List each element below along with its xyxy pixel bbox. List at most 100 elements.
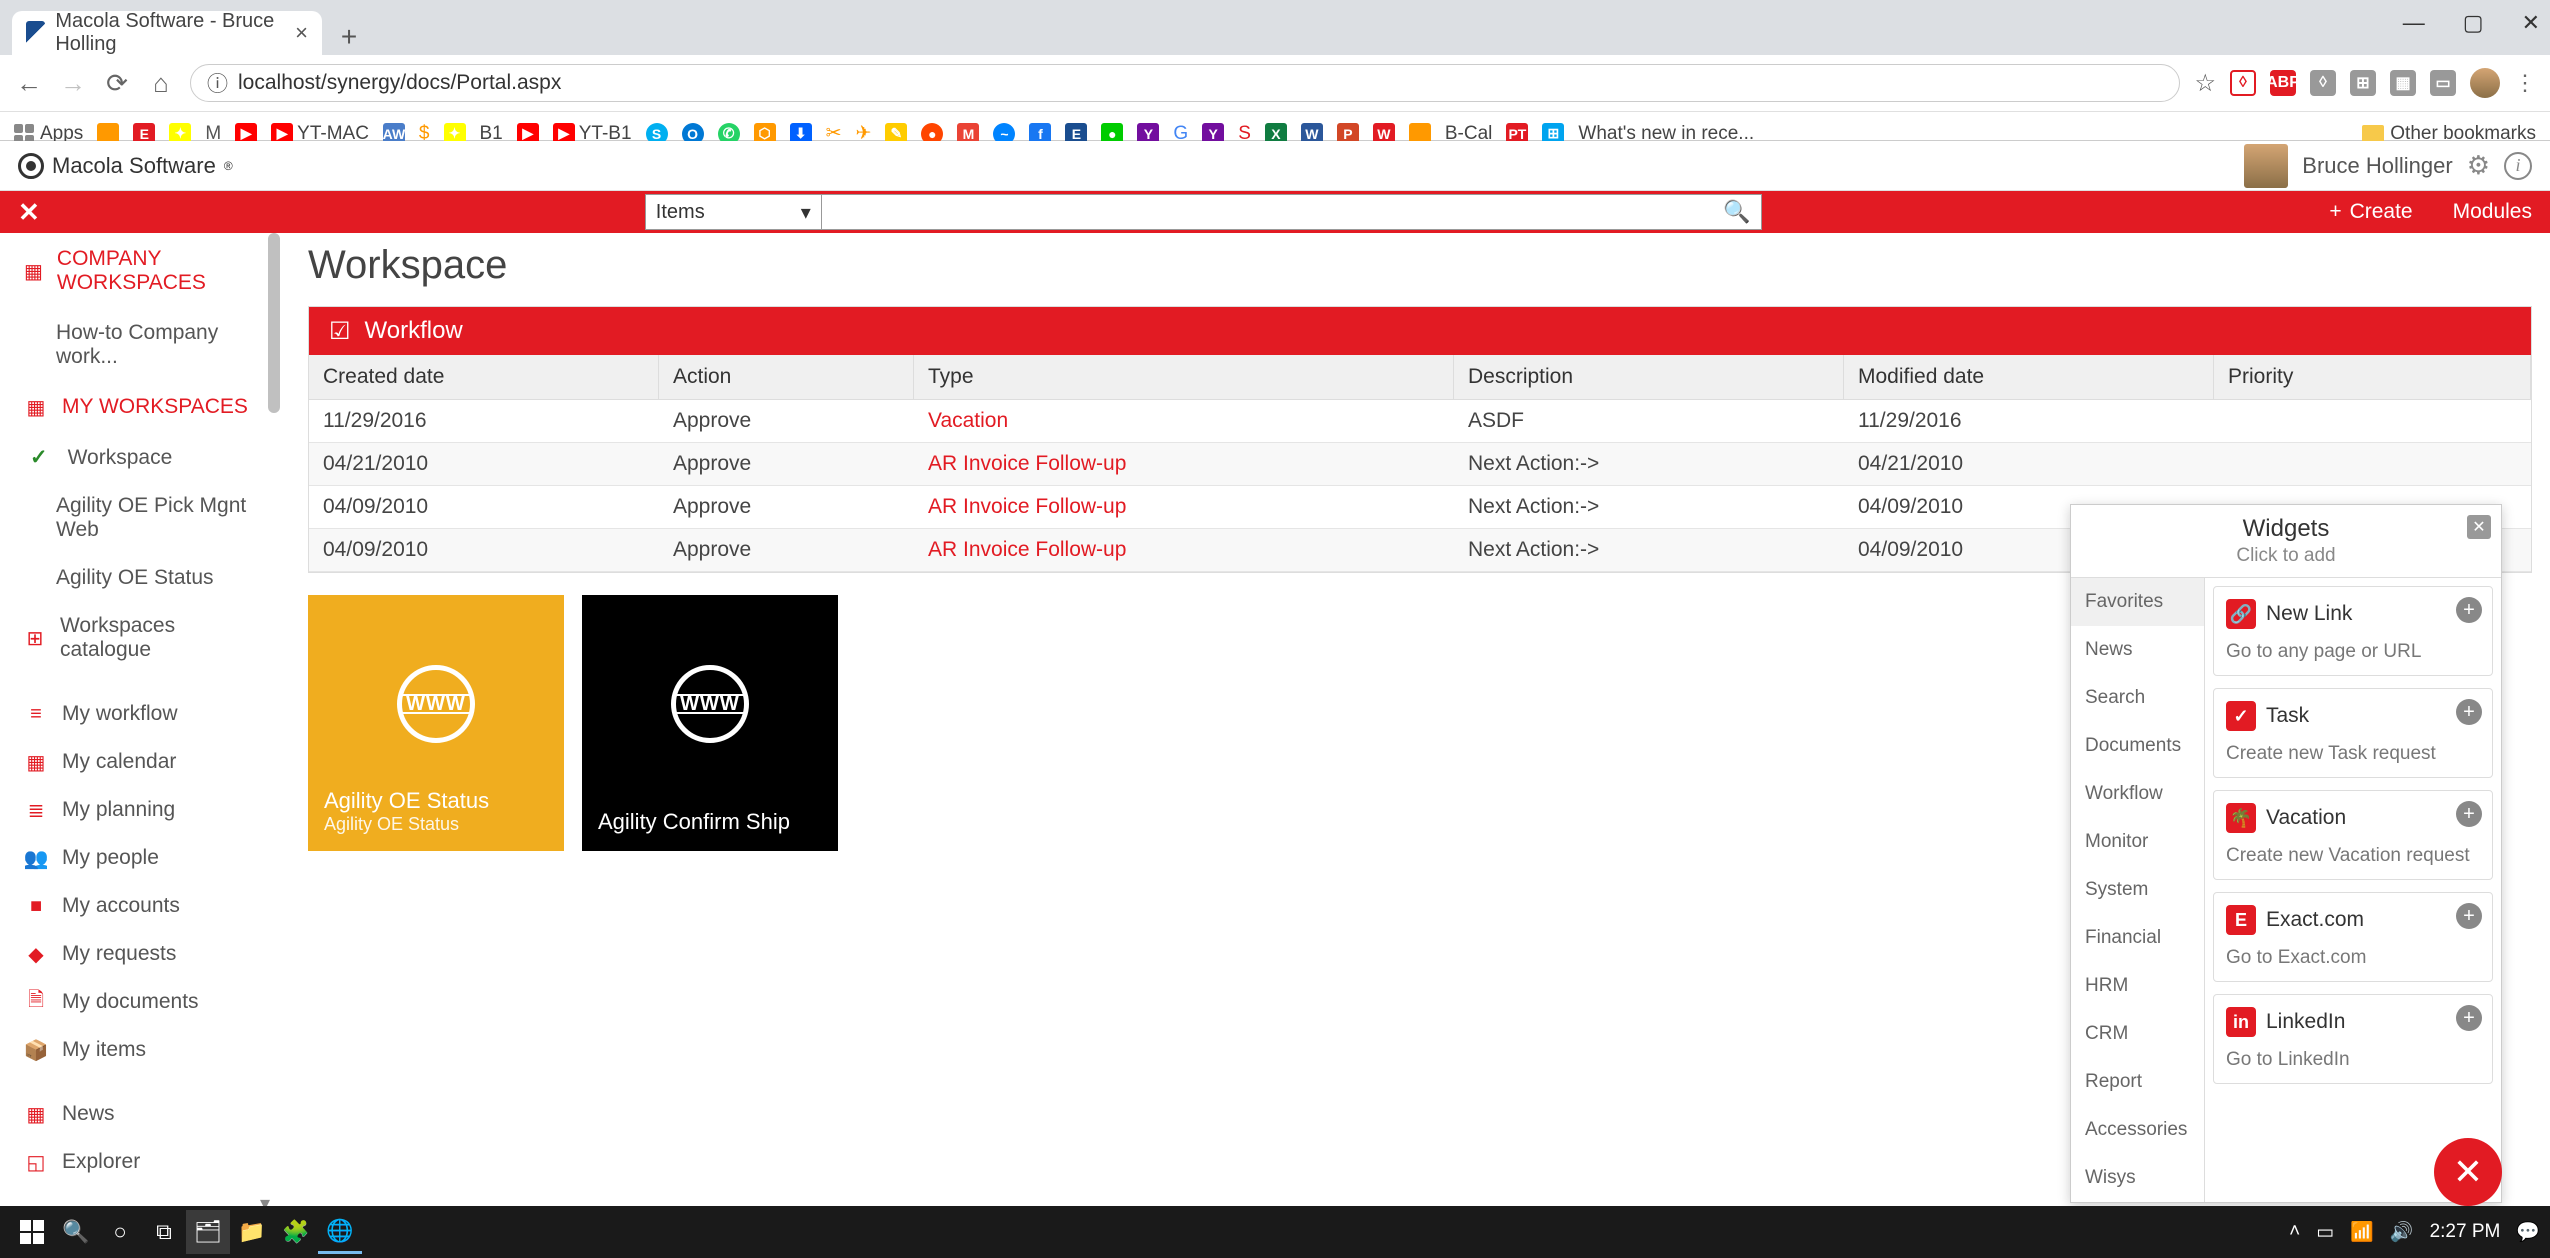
profile-avatar[interactable] bbox=[2470, 68, 2500, 98]
ext-icon[interactable]: ▦ bbox=[2390, 70, 2416, 96]
menu-icon[interactable]: ⋮ bbox=[2514, 70, 2536, 96]
app-logo[interactable]: Macola Software ® bbox=[18, 153, 233, 179]
sidebar-item-catalogue[interactable]: ⊞ Workspaces catalogue bbox=[0, 602, 278, 674]
ext-icon[interactable]: ◊ bbox=[2230, 70, 2256, 96]
sidebar-item-my-workflow[interactable]: ≡My workflow bbox=[0, 690, 278, 738]
widget-cat-hrm[interactable]: HRM bbox=[2071, 962, 2204, 1010]
sidebar-my-workspaces[interactable]: ▦ MY WORKSPACES bbox=[0, 381, 278, 433]
info-icon[interactable]: i bbox=[2504, 152, 2532, 180]
new-tab-button[interactable]: + bbox=[327, 19, 371, 55]
taskbar-app[interactable]: 📁 bbox=[230, 1210, 274, 1254]
add-icon[interactable]: + bbox=[2456, 1005, 2482, 1031]
sidebar-item-agility-status[interactable]: Agility OE Status bbox=[0, 554, 278, 602]
back-button[interactable]: ← bbox=[14, 68, 44, 98]
start-button[interactable] bbox=[10, 1210, 54, 1254]
search-icon[interactable]: 🔍 bbox=[54, 1210, 98, 1254]
tray-chevron-icon[interactable]: ˄ bbox=[2289, 1221, 2300, 1243]
taskbar-clock[interactable]: 2:27 PM bbox=[2430, 1221, 2501, 1243]
add-icon[interactable]: + bbox=[2456, 903, 2482, 929]
close-icon[interactable]: × bbox=[295, 20, 308, 46]
sidebar-item-news[interactable]: ▦News bbox=[0, 1090, 278, 1138]
star-icon[interactable]: ☆ bbox=[2194, 69, 2216, 98]
taskbar-chrome[interactable]: 🌐 bbox=[318, 1210, 362, 1254]
sidebar-item-howto[interactable]: How-to Company work... bbox=[0, 309, 278, 381]
taskbar-app[interactable]: 🗂 bbox=[186, 1210, 230, 1254]
sidebar-item-my-items[interactable]: 📦My items bbox=[0, 1026, 278, 1074]
window-max-icon[interactable]: ▢ bbox=[2463, 10, 2484, 36]
sidebar-item-my-requests[interactable]: ◆My requests bbox=[0, 930, 278, 978]
create-button[interactable]: + Create bbox=[2329, 200, 2412, 224]
sidebar-company-workspaces[interactable]: ▦ COMPANY WORKSPACES bbox=[0, 233, 278, 309]
widget-cat-crm[interactable]: CRM bbox=[2071, 1010, 2204, 1058]
type-link[interactable]: AR Invoice Follow-up bbox=[914, 529, 1454, 571]
col-type[interactable]: Type bbox=[914, 355, 1454, 399]
search-icon[interactable]: 🔍 bbox=[1723, 199, 1750, 225]
site-info-icon[interactable]: ⓘ bbox=[207, 68, 228, 98]
tray-volume-icon[interactable]: 🔊 bbox=[2390, 1220, 2414, 1244]
search-category-select[interactable]: Items ▾ bbox=[645, 194, 822, 230]
scrollbar[interactable] bbox=[268, 233, 280, 413]
sidebar-item-my-accounts[interactable]: ■My accounts bbox=[0, 882, 278, 930]
close-icon[interactable]: ✕ bbox=[2467, 515, 2491, 539]
widget-cat-search[interactable]: Search bbox=[2071, 674, 2204, 722]
add-icon[interactable]: + bbox=[2456, 597, 2482, 623]
window-close-icon[interactable]: ✕ bbox=[2522, 10, 2540, 36]
sidebar-item-agility-pick[interactable]: Agility OE Pick Mgnt Web bbox=[0, 482, 278, 554]
sidebar-item-explorer[interactable]: ◱Explorer bbox=[0, 1138, 278, 1186]
search-input[interactable] bbox=[832, 201, 1724, 224]
taskview-icon[interactable]: ⧉ bbox=[142, 1210, 186, 1254]
widget-cat-workflow[interactable]: Workflow bbox=[2071, 770, 2204, 818]
ext-icon[interactable]: ⊞ bbox=[2350, 70, 2376, 96]
home-button[interactable]: ⌂ bbox=[146, 68, 176, 98]
add-icon[interactable]: + bbox=[2456, 699, 2482, 725]
fab-close-button[interactable]: ✕ bbox=[2434, 1138, 2502, 1206]
sidebar-item-my-people[interactable]: 👥My people bbox=[0, 834, 278, 882]
sidebar-item-my-documents[interactable]: 🗎My documents bbox=[0, 978, 278, 1026]
add-icon[interactable]: + bbox=[2456, 801, 2482, 827]
widget-cat-system[interactable]: System bbox=[2071, 866, 2204, 914]
tray-battery-icon[interactable]: ▭ bbox=[2316, 1221, 2334, 1244]
tile-agility-confirm[interactable]: WWW Agility Confirm Ship bbox=[582, 595, 838, 851]
user-area[interactable]: Bruce Hollinger ⚙ i bbox=[2244, 144, 2532, 188]
cortana-icon[interactable]: ○ bbox=[98, 1210, 142, 1254]
widget-cat-monitor[interactable]: Monitor bbox=[2071, 818, 2204, 866]
widget-cat-report[interactable]: Report bbox=[2071, 1058, 2204, 1106]
table-row[interactable]: 04/21/2010 Approve AR Invoice Follow-up … bbox=[309, 443, 2531, 486]
widget-item-new-link[interactable]: 🔗New Link + Go to any page or URL bbox=[2213, 586, 2493, 676]
taskbar-app[interactable]: 🧩 bbox=[274, 1210, 318, 1254]
ext-icon[interactable]: ▭ bbox=[2430, 70, 2456, 96]
url-input[interactable]: ⓘ localhost/synergy/docs/Portal.aspx bbox=[190, 64, 2180, 102]
col-created[interactable]: Created date bbox=[309, 355, 659, 399]
widget-cat-favorites[interactable]: Favorites bbox=[2071, 578, 2204, 626]
ext-icon[interactable]: ABP bbox=[2270, 70, 2296, 96]
reload-button[interactable]: ⟳ bbox=[102, 68, 132, 98]
tray-wifi-icon[interactable]: 📶 bbox=[2350, 1220, 2374, 1244]
widget-item-linkedin[interactable]: inLinkedIn + Go to LinkedIn bbox=[2213, 994, 2493, 1084]
browser-tab[interactable]: Macola Software - Bruce Holling × bbox=[12, 11, 322, 55]
widget-item-exact[interactable]: EExact.com + Go to Exact.com bbox=[2213, 892, 2493, 982]
widget-item-vacation[interactable]: 🌴Vacation + Create new Vacation request bbox=[2213, 790, 2493, 880]
sidebar-item-workspace[interactable]: ✓ Workspace bbox=[0, 433, 278, 482]
modules-button[interactable]: Modules bbox=[2453, 200, 2532, 224]
sidebar-item-my-planning[interactable]: ≣My planning bbox=[0, 786, 278, 834]
type-link[interactable]: AR Invoice Follow-up bbox=[914, 486, 1454, 528]
type-link[interactable]: AR Invoice Follow-up bbox=[914, 443, 1454, 485]
widget-item-task[interactable]: ✓Task + Create new Task request bbox=[2213, 688, 2493, 778]
col-priority[interactable]: Priority bbox=[2214, 355, 2531, 399]
widget-cat-news[interactable]: News bbox=[2071, 626, 2204, 674]
window-min-icon[interactable]: — bbox=[2403, 10, 2425, 36]
forward-button[interactable]: → bbox=[58, 68, 88, 98]
gear-icon[interactable]: ⚙ bbox=[2467, 150, 2490, 181]
sidebar-item-my-calendar[interactable]: ▦My calendar bbox=[0, 738, 278, 786]
widget-cat-financial[interactable]: Financial bbox=[2071, 914, 2204, 962]
col-description[interactable]: Description bbox=[1454, 355, 1844, 399]
ext-icon[interactable]: ◊ bbox=[2310, 70, 2336, 96]
widget-cat-accessories[interactable]: Accessories bbox=[2071, 1106, 2204, 1154]
tray-notification-icon[interactable]: 💬 bbox=[2516, 1220, 2540, 1244]
widget-cat-wisys[interactable]: Wisys bbox=[2071, 1154, 2204, 1202]
type-link[interactable]: Vacation bbox=[914, 400, 1454, 442]
col-modified[interactable]: Modified date bbox=[1844, 355, 2214, 399]
widget-cat-documents[interactable]: Documents bbox=[2071, 722, 2204, 770]
close-icon[interactable]: ✕ bbox=[18, 197, 40, 228]
col-action[interactable]: Action bbox=[659, 355, 914, 399]
